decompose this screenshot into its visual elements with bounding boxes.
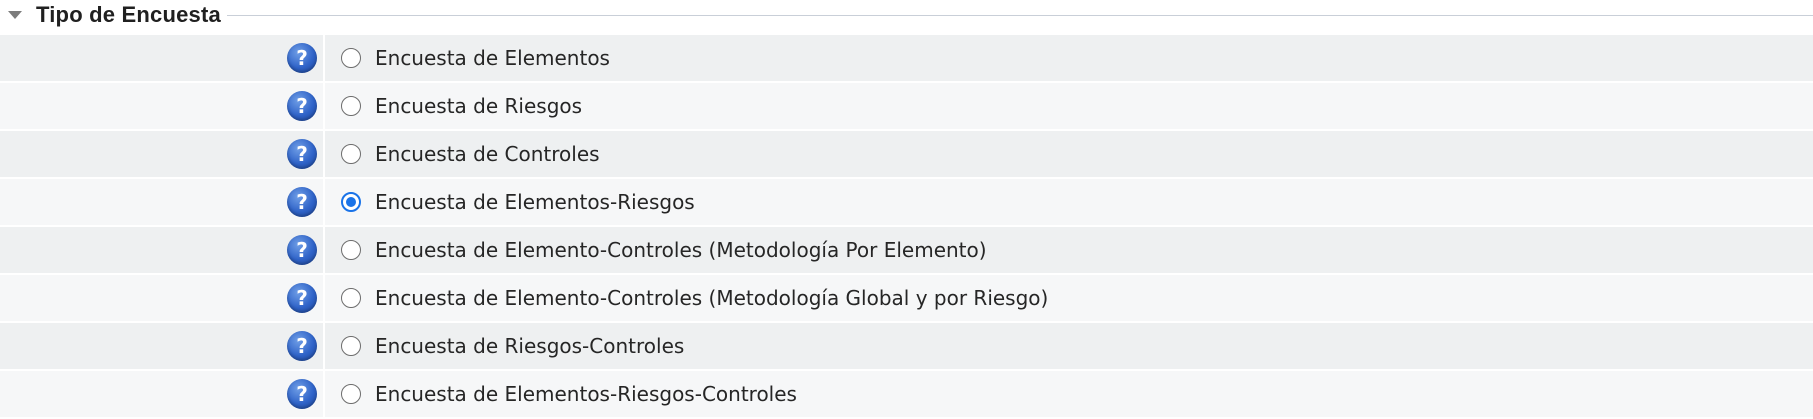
radio-button[interactable] — [341, 288, 361, 308]
option-row: ? Encuesta de Controles — [0, 131, 1813, 179]
option-label[interactable]: Encuesta de Elementos-Riesgos-Controles — [375, 382, 797, 406]
section-toggle[interactable]: Tipo de Encuesta — [0, 0, 227, 30]
option-encuesta-elementos[interactable]: Encuesta de Elementos — [325, 35, 1813, 81]
help-icon[interactable]: ? — [287, 379, 317, 409]
help-cell: ? — [0, 179, 323, 225]
help-cell: ? — [0, 131, 323, 177]
option-label[interactable]: Encuesta de Elementos-Riesgos — [375, 190, 695, 214]
help-icon[interactable]: ? — [287, 283, 317, 313]
option-row: ? Encuesta de Elementos — [0, 35, 1813, 83]
help-cell: ? — [0, 275, 323, 321]
option-row: ? Encuesta de Elemento-Controles (Metodo… — [0, 275, 1813, 323]
option-label[interactable]: Encuesta de Riesgos — [375, 94, 582, 118]
help-icon[interactable]: ? — [287, 187, 317, 217]
option-label[interactable]: Encuesta de Riesgos-Controles — [375, 334, 684, 358]
option-label[interactable]: Encuesta de Controles — [375, 142, 600, 166]
option-row: ? Encuesta de Riesgos-Controles — [0, 323, 1813, 371]
survey-type-fieldset: Tipo de Encuesta ? Encuesta de Elementos… — [0, 0, 1813, 419]
help-cell: ? — [0, 371, 323, 417]
option-encuesta-riesgos[interactable]: Encuesta de Riesgos — [325, 83, 1813, 129]
radio-button[interactable] — [341, 96, 361, 116]
radio-button[interactable] — [341, 144, 361, 164]
help-icon[interactable]: ? — [287, 235, 317, 265]
radio-button[interactable] — [341, 384, 361, 404]
survey-type-options: ? Encuesta de Elementos ? Encuesta de Ri… — [0, 35, 1813, 419]
option-row: ? Encuesta de Elementos-Riesgos-Controle… — [0, 371, 1813, 419]
help-icon[interactable]: ? — [287, 43, 317, 73]
option-label[interactable]: Encuesta de Elemento-Controles (Metodolo… — [375, 286, 1048, 310]
help-icon[interactable]: ? — [287, 139, 317, 169]
help-icon[interactable]: ? — [287, 331, 317, 361]
option-row: ? Encuesta de Riesgos — [0, 83, 1813, 131]
help-cell: ? — [0, 323, 323, 369]
option-row: ? Encuesta de Elementos-Riesgos — [0, 179, 1813, 227]
option-label[interactable]: Encuesta de Elemento-Controles (Metodolo… — [375, 238, 987, 262]
help-icon[interactable]: ? — [287, 91, 317, 121]
radio-button[interactable] — [341, 336, 361, 356]
option-encuesta-riesgos-controles[interactable]: Encuesta de Riesgos-Controles — [325, 323, 1813, 369]
option-encuesta-elemento-controles-global[interactable]: Encuesta de Elemento-Controles (Metodolo… — [325, 275, 1813, 321]
option-encuesta-elementos-riesgos[interactable]: Encuesta de Elementos-Riesgos — [325, 179, 1813, 225]
section-divider — [0, 15, 1813, 16]
option-encuesta-elemento-controles-por-elemento[interactable]: Encuesta de Elemento-Controles (Metodolo… — [325, 227, 1813, 273]
help-cell: ? — [0, 35, 323, 81]
option-encuesta-controles[interactable]: Encuesta de Controles — [325, 131, 1813, 177]
help-cell: ? — [0, 227, 323, 273]
option-encuesta-elementos-riesgos-controles[interactable]: Encuesta de Elementos-Riesgos-Controles — [325, 371, 1813, 417]
section-header: Tipo de Encuesta — [0, 0, 1813, 34]
section-title: Tipo de Encuesta — [36, 2, 221, 27]
radio-button-selected[interactable] — [341, 192, 361, 212]
radio-button[interactable] — [341, 48, 361, 68]
option-row: ? Encuesta de Elemento-Controles (Metodo… — [0, 227, 1813, 275]
option-label[interactable]: Encuesta de Elementos — [375, 46, 610, 70]
radio-button[interactable] — [341, 240, 361, 260]
help-cell: ? — [0, 83, 323, 129]
triangle-down-icon[interactable] — [8, 11, 22, 19]
